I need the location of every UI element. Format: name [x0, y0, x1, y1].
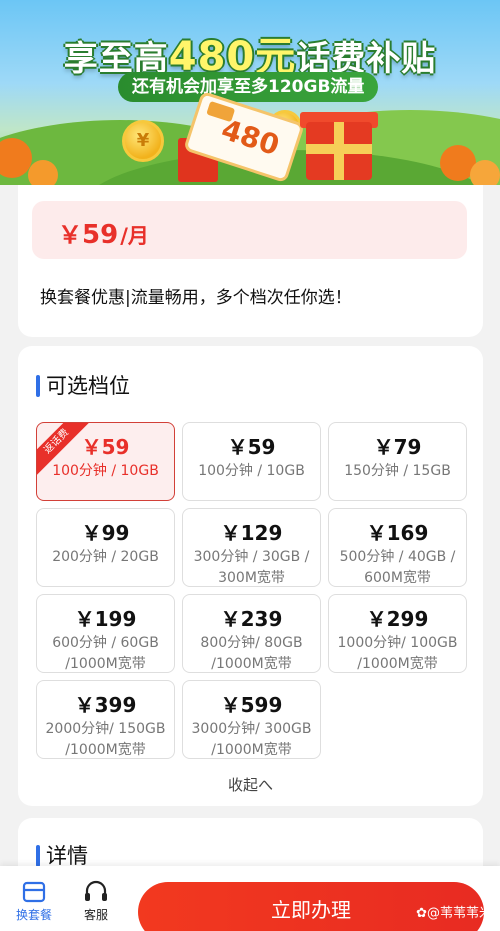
- tier-description: 600分钟 / 60GB: [52, 635, 159, 651]
- tier-option[interactable]: ￥79 150分钟 / 15GB: [328, 422, 467, 501]
- nav-customer-service-label: 客服: [83, 908, 108, 922]
- tier-price: ￥239: [220, 607, 283, 631]
- tier-description: 100分钟 / 10GB: [198, 463, 305, 479]
- tier-description: 3000分钟/ 300GB: [191, 721, 312, 737]
- price-value: 59: [82, 220, 119, 250]
- flower-decoration: [28, 160, 58, 185]
- tier-description-extra: /1000M宽带: [65, 656, 146, 672]
- tier-option[interactable]: ￥199 600分钟 / 60GB/1000M宽带: [36, 594, 175, 673]
- promo-text: 换套餐优惠|流量畅用，多个档次任你选！: [40, 288, 352, 308]
- watermark: ✿@苇苇苇米: [416, 906, 492, 921]
- tier-price: ￥299: [366, 607, 429, 631]
- coin-icon: ¥: [122, 120, 164, 162]
- collapse-button[interactable]: 收起へ: [18, 774, 483, 795]
- tier-price: ￥399: [74, 693, 137, 717]
- tier-description: 300分钟 / 30GB /: [193, 549, 310, 565]
- tier-description: 1000分钟/ 100GB: [337, 635, 458, 651]
- tier-description-extra: /1000M宽带: [65, 742, 146, 758]
- tier-description-extra: 300M宽带: [218, 570, 285, 586]
- price-unit: /月: [120, 224, 149, 248]
- tier-option[interactable]: ￥129 300分钟 / 30GB / 300M宽带: [182, 508, 321, 587]
- tier-description: 2000分钟/ 150GB: [45, 721, 166, 737]
- tier-description-extra: /1000M宽带: [211, 742, 292, 758]
- store-icon: [22, 881, 46, 903]
- section-title-tiers: 可选档位: [36, 370, 130, 400]
- nav-customer-service[interactable]: 客服: [68, 880, 124, 923]
- tier-price: ￥59: [227, 435, 276, 459]
- tier-price: ￥79: [373, 435, 422, 459]
- tier-price: ￥99: [81, 521, 130, 545]
- currency-symbol: ￥: [58, 221, 82, 249]
- tier-option[interactable]: ￥239 800分钟/ 80GB/1000M宽带: [182, 594, 321, 673]
- nav-change-plan-label: 换套餐: [15, 908, 52, 922]
- tier-option[interactable]: ￥299 1000分钟/ 100GB/1000M宽带: [328, 594, 467, 673]
- tier-option[interactable]: ￥399 2000分钟/ 150GB/1000M宽带: [36, 680, 175, 759]
- tier-option[interactable]: ￥59 100分钟 / 10GB: [182, 422, 321, 501]
- tier-description: 200分钟 / 20GB: [52, 549, 159, 565]
- tier-description: 500分钟 / 40GB /: [339, 549, 456, 565]
- tier-description-extra: /1000M宽带: [211, 656, 292, 672]
- tier-description: 800分钟/ 80GB: [200, 635, 303, 651]
- plan-price: ￥59/月: [58, 215, 149, 250]
- headset-icon: [85, 880, 107, 901]
- tier-price: ￥599: [220, 693, 283, 717]
- tier-price: ￥199: [74, 607, 137, 631]
- banner-subtitle: 还有机会加享至多120GB流量: [118, 72, 379, 102]
- plan-card: ￥59/月 换套餐优惠|流量畅用，多个档次任你选！: [18, 185, 483, 337]
- tier-description: 100分钟 / 10GB: [52, 463, 159, 479]
- gift-box-icon: [306, 122, 372, 180]
- tier-selection-card: 可选档位 返话费 ￥59 100分钟 / 10GB ￥59 100分钟 / 10GB ￥7…: [18, 346, 483, 806]
- bottom-action-bar: 换套餐 客服 立即办理 ✿@苇苇苇米: [0, 866, 500, 931]
- tier-option[interactable]: 返话费 ￥59 100分钟 / 10GB: [36, 422, 175, 501]
- voucher-amount: 480: [217, 112, 284, 163]
- flower-decoration: [470, 160, 500, 185]
- tier-option[interactable]: ￥169 500分钟 / 40GB / 600M宽带: [328, 508, 467, 587]
- nav-change-plan[interactable]: 换套餐: [6, 880, 62, 923]
- tier-description: 150分钟 / 15GB: [344, 463, 451, 479]
- tier-description-extra: 600M宽带: [364, 570, 431, 586]
- tier-price: ￥129: [220, 521, 283, 545]
- tier-price: ￥169: [366, 521, 429, 545]
- price-box: ￥59/月: [32, 201, 467, 259]
- tier-option[interactable]: ￥599 3000分钟/ 300GB/1000M宽带: [182, 680, 321, 759]
- tier-option[interactable]: ￥99 200分钟 / 20GB: [36, 508, 175, 587]
- promo-banner: 享至高480元话费补贴 还有机会加享至多120GB流量 ¥ ¥ 480: [0, 0, 500, 185]
- tier-description-extra: /1000M宽带: [357, 656, 438, 672]
